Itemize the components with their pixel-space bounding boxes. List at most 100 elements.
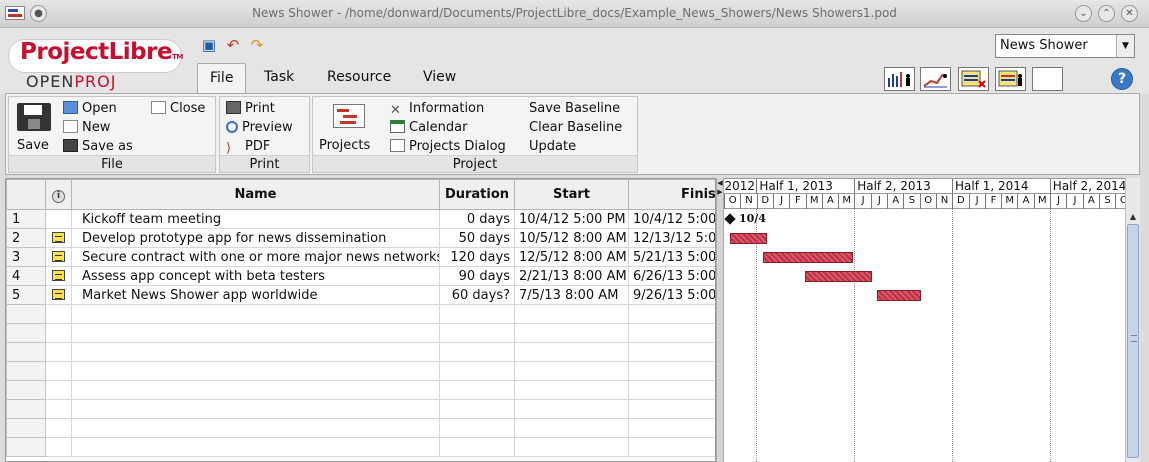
empty-cell[interactable] xyxy=(6,418,46,438)
row-number[interactable]: 2 xyxy=(6,228,46,248)
task-duration-cell[interactable]: 120 days xyxy=(439,247,515,267)
quick-save-icon[interactable]: ▣ xyxy=(200,36,218,54)
empty-row[interactable] xyxy=(6,304,715,324)
pdf-button[interactable]: ⟩ PDF xyxy=(226,138,270,156)
empty-cell[interactable] xyxy=(628,418,715,438)
empty-cell[interactable] xyxy=(6,380,46,400)
row-indicator[interactable] xyxy=(45,285,72,305)
task-duration-cell[interactable]: 50 days xyxy=(439,228,515,248)
table-row[interactable]: 2 Develop prototype app for news dissemin… xyxy=(6,228,715,248)
task-finish-cell[interactable]: 9/26/13 5:00 PM xyxy=(628,285,715,305)
empty-cell[interactable] xyxy=(71,399,440,419)
update-button[interactable]: Update xyxy=(529,138,576,155)
empty-cell[interactable] xyxy=(439,323,515,343)
empty-cell[interactable] xyxy=(514,304,629,324)
empty-cell[interactable] xyxy=(439,361,515,381)
empty-cell[interactable] xyxy=(45,323,72,343)
empty-cell[interactable] xyxy=(628,361,715,381)
undo-icon[interactable]: ↶ xyxy=(224,36,242,54)
empty-cell[interactable] xyxy=(71,342,440,362)
projects-dialog-button[interactable]: Projects Dialog xyxy=(390,138,506,155)
table-row[interactable]: 1 Kickoff team meeting 0 days 10/4/12 5:00 … xyxy=(6,209,715,229)
empty-cell[interactable] xyxy=(514,418,629,438)
column-header-duration[interactable]: Duration xyxy=(439,179,515,210)
row-indicator[interactable] xyxy=(45,228,72,248)
task-finish-cell[interactable]: 6/26/13 5:00 PM xyxy=(628,266,715,286)
preview-button[interactable]: Preview xyxy=(226,119,293,136)
resource-usage-view-icon[interactable] xyxy=(995,67,1026,91)
empty-row[interactable] xyxy=(6,361,715,381)
empty-cell[interactable] xyxy=(628,323,715,343)
empty-cell[interactable] xyxy=(45,361,72,381)
empty-cell[interactable] xyxy=(628,342,715,362)
save-icon[interactable] xyxy=(17,103,51,131)
task-name-cell[interactable]: Kickoff team meeting xyxy=(71,209,440,229)
empty-row[interactable] xyxy=(6,342,715,362)
row-number[interactable]: 5 xyxy=(6,285,46,305)
redo-icon[interactable]: ↷ xyxy=(248,36,266,54)
row-indicator[interactable] xyxy=(45,209,72,229)
empty-row[interactable] xyxy=(6,323,715,343)
task-start-cell[interactable]: 10/5/12 8:00 AM xyxy=(514,228,629,248)
blank-view-icon[interactable] xyxy=(1032,67,1063,91)
row-indicator[interactable] xyxy=(45,266,72,286)
empty-cell[interactable] xyxy=(71,380,440,400)
empty-cell[interactable] xyxy=(628,304,715,324)
task-duration-cell[interactable]: 0 days xyxy=(439,209,515,229)
empty-cell[interactable] xyxy=(45,380,72,400)
column-header-start[interactable]: Start xyxy=(514,179,629,210)
task-finish-cell[interactable]: 12/13/12 5:00 PM xyxy=(628,228,715,248)
empty-cell[interactable] xyxy=(514,323,629,343)
empty-cell[interactable] xyxy=(514,437,629,457)
projects-icon[interactable] xyxy=(333,104,365,128)
new-button[interactable]: New xyxy=(63,119,110,136)
empty-cell[interactable] xyxy=(439,304,515,324)
gantt-task-bar[interactable] xyxy=(762,252,853,263)
minimize-icon[interactable]: ⌄ xyxy=(1075,5,1092,22)
empty-cell[interactable] xyxy=(6,304,46,324)
empty-cell[interactable] xyxy=(6,361,46,381)
row-indicator[interactable] xyxy=(45,247,72,267)
collapse-right-icon[interactable]: ▶ xyxy=(717,188,723,196)
tab-resource[interactable]: Resource xyxy=(315,63,403,93)
empty-row[interactable] xyxy=(6,418,715,438)
resource-histogram-view-icon[interactable] xyxy=(884,67,915,91)
split-pane-divider[interactable]: ◀ ▶ xyxy=(716,178,724,462)
gantt-chart[interactable]: 2012 Half 1, 2013 Half 2, 2013 Half 1, 2014… xyxy=(724,178,1125,462)
empty-cell[interactable] xyxy=(71,418,440,438)
empty-cell[interactable] xyxy=(71,304,440,324)
empty-cell[interactable] xyxy=(628,380,715,400)
calendar-button[interactable]: Calendar xyxy=(390,119,467,136)
row-number[interactable]: 4 xyxy=(6,266,46,286)
print-button[interactable]: Print xyxy=(226,100,275,117)
save-as-button[interactable]: Save as xyxy=(63,138,133,155)
empty-cell[interactable] xyxy=(439,399,515,419)
empty-cell[interactable] xyxy=(45,399,72,419)
empty-cell[interactable] xyxy=(6,437,46,457)
empty-cell[interactable] xyxy=(45,437,72,457)
gantt-task-bar[interactable] xyxy=(804,271,872,282)
row-number[interactable]: 1 xyxy=(6,209,46,229)
table-row[interactable]: 4 Assess app concept with beta testers 90 … xyxy=(6,266,715,286)
empty-cell[interactable] xyxy=(6,323,46,343)
empty-cell[interactable] xyxy=(514,380,629,400)
save-baseline-button[interactable]: Save Baseline xyxy=(529,100,620,117)
task-usage-view-icon[interactable] xyxy=(958,67,989,91)
project-selector[interactable]: News Shower ▼ xyxy=(995,34,1135,58)
indicators-header[interactable]: i xyxy=(45,179,72,210)
tab-view[interactable]: View xyxy=(411,63,468,93)
empty-cell[interactable] xyxy=(45,418,72,438)
information-button[interactable]: ✕ Information xyxy=(390,100,484,118)
maximize-icon[interactable]: ⌃ xyxy=(1098,5,1115,22)
row-number[interactable]: 3 xyxy=(6,247,46,267)
empty-row[interactable] xyxy=(6,437,715,457)
scrollbar-thumb[interactable] xyxy=(1127,224,1139,458)
open-button[interactable]: Open xyxy=(63,100,117,117)
column-header-name[interactable]: Name xyxy=(71,179,440,210)
usage-graph-view-icon[interactable] xyxy=(920,67,951,91)
task-start-cell[interactable]: 12/5/12 8:00 AM xyxy=(514,247,629,267)
tab-file[interactable]: File xyxy=(197,63,247,93)
task-duration-cell[interactable]: 90 days xyxy=(439,266,515,286)
column-header-finish[interactable]: Finish xyxy=(628,179,715,210)
empty-cell[interactable] xyxy=(45,304,72,324)
